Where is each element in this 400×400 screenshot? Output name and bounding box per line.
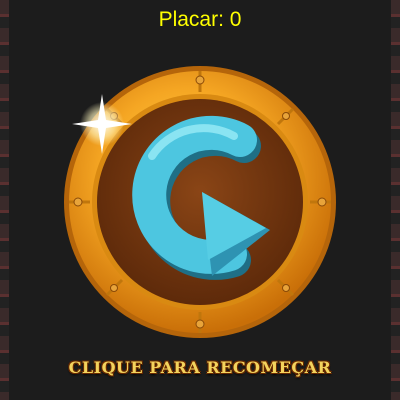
left-rail-stripes: [0, 0, 9, 400]
game-screen: Placar: 0 CLIQUE PARA RECOMEÇAR: [0, 0, 400, 400]
restart-button[interactable]: [62, 64, 338, 340]
right-rail-stripes: [391, 0, 400, 400]
score-display: Placar: 0: [158, 8, 242, 31]
circular-arrow-icon: [64, 66, 336, 338]
restart-label[interactable]: CLIQUE PARA RECOMEÇAR: [0, 358, 400, 377]
